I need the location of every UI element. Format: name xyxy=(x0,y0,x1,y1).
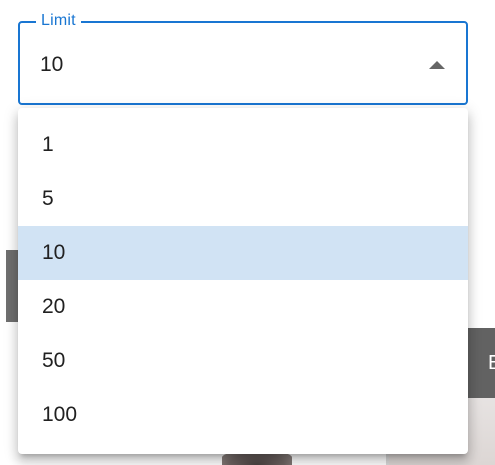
limit-option-label: 100 xyxy=(42,403,78,426)
limit-option-label: 50 xyxy=(42,349,66,372)
background-button-partial[interactable]: E xyxy=(468,328,495,398)
limit-select[interactable]: Limit 10 xyxy=(18,11,468,105)
limit-option-5[interactable]: 5 xyxy=(18,172,468,226)
limit-option-100[interactable]: 100 xyxy=(18,388,468,442)
triangle-up-icon[interactable] xyxy=(429,61,445,69)
limit-select-label: Limit xyxy=(36,11,81,31)
limit-option-label: 5 xyxy=(42,187,54,210)
limit-option-label: 20 xyxy=(42,295,66,318)
limit-option-label: 10 xyxy=(42,241,66,264)
background-button-label: E xyxy=(488,352,495,374)
limit-option-1[interactable]: 1 xyxy=(18,118,468,172)
limit-option-50[interactable]: 50 xyxy=(18,334,468,388)
limit-option-20[interactable]: 20 xyxy=(18,280,468,334)
limit-option-label: 1 xyxy=(42,133,54,156)
limit-options-menu: 1 5 10 20 50 100 xyxy=(18,108,468,454)
limit-select-value: 10 xyxy=(40,53,64,76)
limit-option-10[interactable]: 10 xyxy=(18,226,468,280)
